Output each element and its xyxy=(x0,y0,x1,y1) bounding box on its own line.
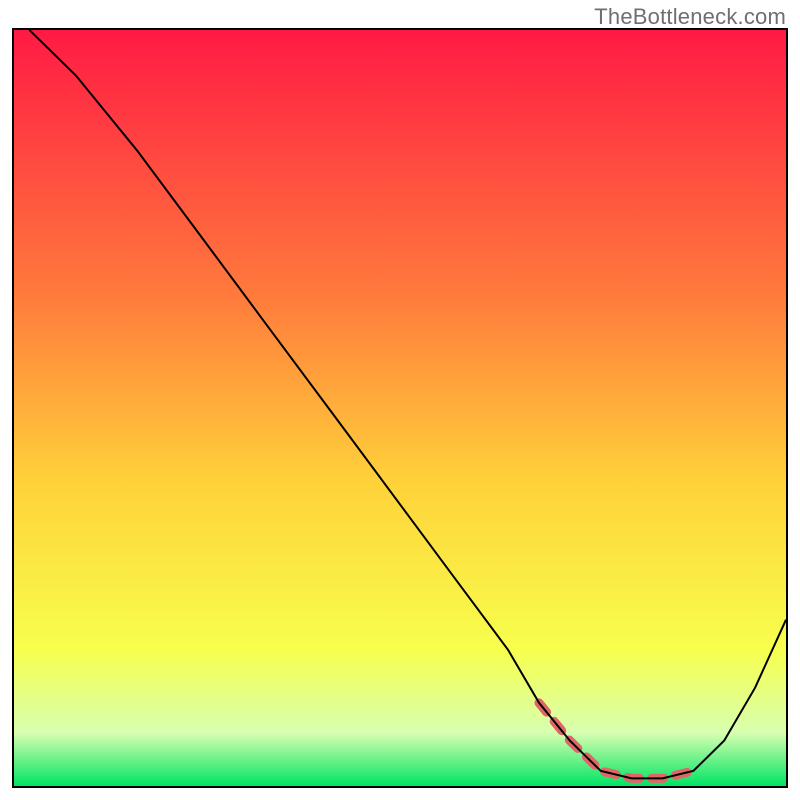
chart-svg xyxy=(14,30,786,786)
watermark-text: TheBottleneck.com xyxy=(594,4,786,30)
gradient-background xyxy=(14,30,786,786)
chart-stage: TheBottleneck.com xyxy=(0,0,800,800)
plot-area xyxy=(12,28,788,788)
